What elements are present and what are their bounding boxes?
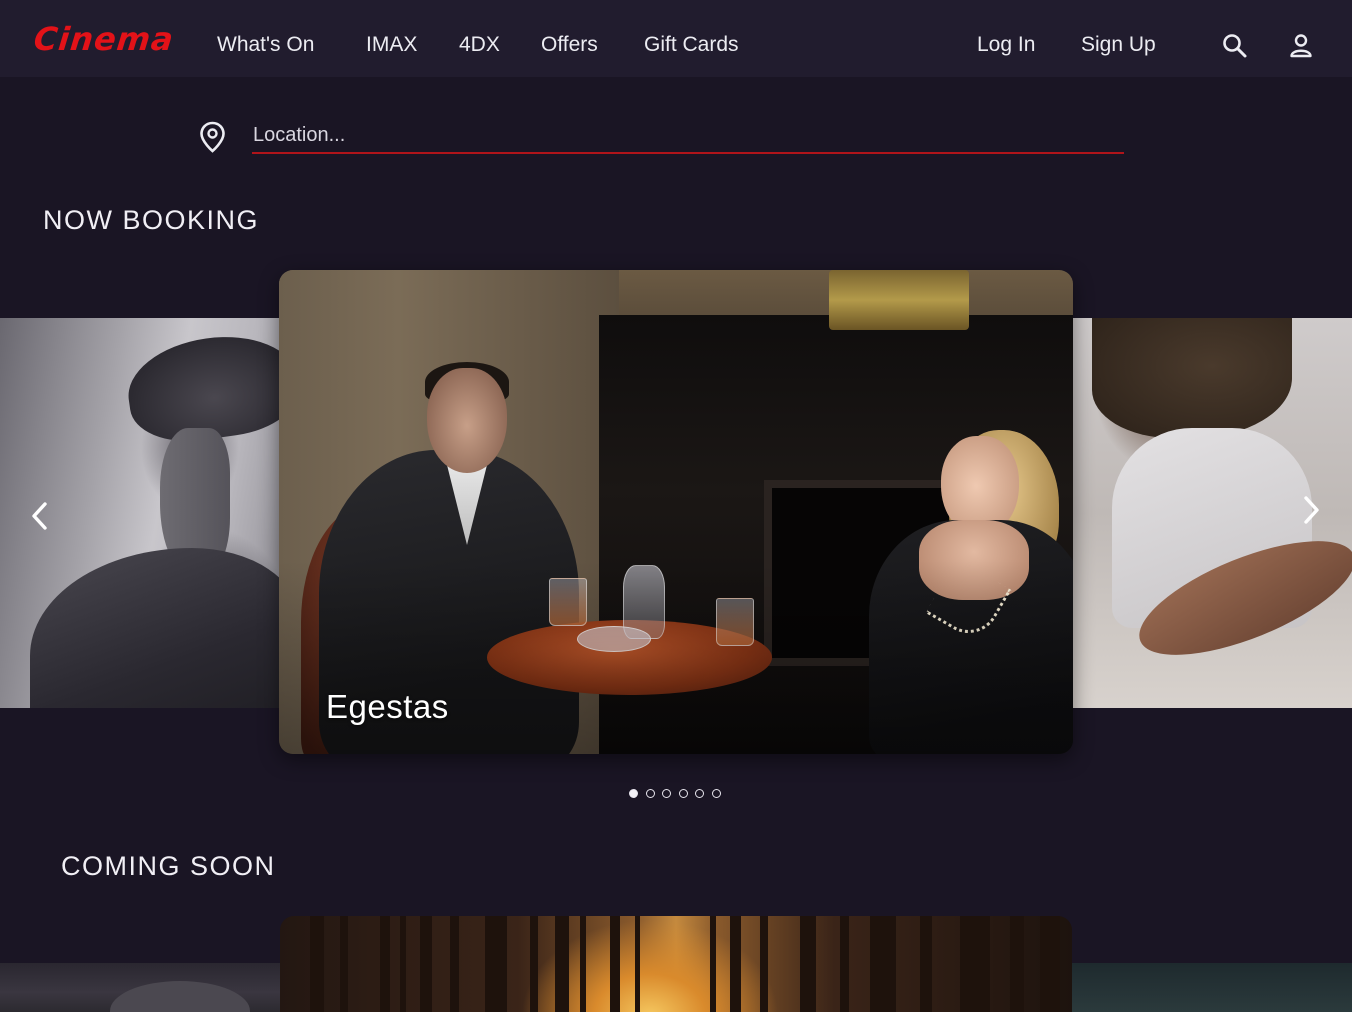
tree-trunk-shape bbox=[310, 916, 324, 1012]
user-icon[interactable] bbox=[1289, 33, 1313, 64]
coming-soon-previous-slide[interactable] bbox=[0, 963, 280, 1012]
chevron-right-icon[interactable] bbox=[1300, 494, 1322, 531]
tree-trunk-shape bbox=[485, 916, 507, 1012]
tree-trunk-shape bbox=[380, 916, 390, 1012]
now-booking-heading: NOW BOOKING bbox=[43, 205, 260, 235]
chevron-left-icon[interactable] bbox=[29, 500, 51, 537]
featured-movie-slide[interactable]: Egestas bbox=[279, 270, 1073, 754]
nav-link-gift-cards[interactable]: Gift Cards bbox=[644, 33, 739, 57]
nav-link-imax[interactable]: IMAX bbox=[366, 33, 417, 57]
tree-trunk-shape bbox=[610, 916, 620, 1012]
carousel-dot[interactable] bbox=[695, 789, 704, 798]
carousel-dot[interactable] bbox=[662, 789, 671, 798]
coming-soon-next-slide[interactable] bbox=[1072, 963, 1352, 1012]
nav-link-whats-on[interactable]: What's On bbox=[217, 33, 314, 57]
location-input[interactable] bbox=[252, 118, 1124, 154]
coming-soon-heading: COMING SOON bbox=[61, 851, 276, 881]
slide-shade bbox=[279, 270, 1073, 754]
tree-trunk-shape bbox=[840, 916, 849, 1012]
cinema-logo[interactable]: Cinema bbox=[32, 20, 176, 58]
tree-trunk-shape bbox=[340, 916, 348, 1012]
tree-trunk-shape bbox=[580, 916, 586, 1012]
nav-link-4dx[interactable]: 4DX bbox=[459, 33, 500, 57]
carousel-dot[interactable] bbox=[629, 789, 638, 798]
tree-trunk-shape bbox=[870, 916, 896, 1012]
hair-shape bbox=[1092, 318, 1292, 438]
tree-trunk-shape bbox=[635, 916, 640, 1012]
nav-link-offers[interactable]: Offers bbox=[541, 33, 598, 57]
tree-trunk-shape bbox=[760, 916, 768, 1012]
login-link[interactable]: Log In bbox=[977, 33, 1035, 57]
tree-trunk-shape bbox=[1040, 916, 1060, 1012]
tree-trunk-shape bbox=[450, 916, 459, 1012]
tree-trunk-shape bbox=[730, 916, 741, 1012]
tree-trunk-shape bbox=[400, 916, 406, 1012]
tree-trunk-shape bbox=[960, 916, 990, 1012]
tree-trunk-shape bbox=[800, 916, 816, 1012]
featured-movie-title: Egestas bbox=[326, 688, 449, 725]
signup-link[interactable]: Sign Up bbox=[1081, 33, 1156, 57]
tree-trunk-shape bbox=[420, 916, 432, 1012]
tree-trunk-shape bbox=[920, 916, 932, 1012]
search-icon[interactable] bbox=[1222, 33, 1248, 64]
carousel-dot[interactable] bbox=[645, 789, 655, 798]
tree-trunk-shape bbox=[555, 916, 569, 1012]
carousel-dot[interactable] bbox=[711, 789, 721, 798]
figure-shape bbox=[110, 981, 250, 1012]
tree-trunk-shape bbox=[1010, 916, 1024, 1012]
coming-soon-featured-slide[interactable] bbox=[280, 916, 1072, 1012]
map-pin-icon bbox=[199, 121, 226, 158]
tree-trunk-shape bbox=[530, 916, 538, 1012]
coat-shape bbox=[30, 548, 280, 708]
top-navbar: Cinema What's On IMAX 4DX Offers Gift Ca… bbox=[0, 0, 1352, 77]
carousel-pagination bbox=[629, 789, 724, 798]
tree-trunk-shape bbox=[710, 916, 716, 1012]
carousel-dot[interactable] bbox=[678, 789, 688, 798]
